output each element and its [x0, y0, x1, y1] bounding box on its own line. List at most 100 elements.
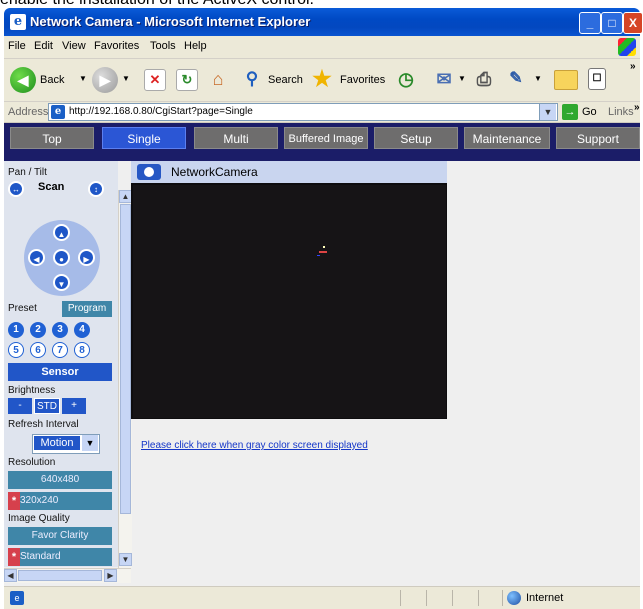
refresh-interval-label: Refresh Interval: [8, 419, 79, 430]
forward-arrow-icon[interactable]: ▶: [92, 67, 118, 93]
scan-label: Scan: [38, 181, 65, 193]
pan-right-button[interactable]: ▶: [78, 249, 95, 266]
preset-1-button[interactable]: 1: [8, 322, 24, 338]
favorites-star-icon[interactable]: ★: [312, 68, 332, 90]
preset-2-button[interactable]: 2: [30, 322, 46, 338]
minimize-button[interactable]: _: [579, 12, 601, 34]
scroll-right-icon[interactable]: ▶: [104, 569, 117, 582]
camera-tab-bar: Top Single Multi Buffered Image Setup Ma…: [4, 123, 640, 153]
mail-dropdown-icon[interactable]: ▼: [458, 74, 466, 83]
history-icon[interactable]: ◷: [396, 69, 416, 89]
camera-live-image[interactable]: [133, 185, 446, 418]
panel-horizontal-scrollbar[interactable]: ◀ ▶: [4, 568, 131, 583]
tab-support[interactable]: Support: [556, 127, 640, 149]
menu-tools[interactable]: Tools: [150, 40, 176, 52]
menu-file[interactable]: File: [8, 40, 26, 52]
preset-3-button[interactable]: 3: [52, 322, 68, 338]
scroll-thumb[interactable]: [120, 204, 131, 514]
tab-maintenance[interactable]: Maintenance: [464, 127, 550, 149]
menu-edit[interactable]: Edit: [34, 40, 53, 52]
back-button[interactable]: Back: [40, 74, 64, 86]
stop-icon[interactable]: ✕: [144, 69, 166, 91]
edit-icon[interactable]: ✎: [506, 69, 526, 89]
ie-logo-icon: e: [10, 14, 26, 30]
program-button[interactable]: Program: [62, 301, 112, 317]
sensor-button[interactable]: Sensor: [8, 363, 112, 381]
internet-zone-icon: [507, 591, 521, 605]
forward-dropdown-icon[interactable]: ▼: [122, 74, 130, 83]
direction-pad: ▲ ◀ ● ▶ ▼: [24, 220, 100, 296]
selected-marker-icon: *: [8, 492, 20, 510]
scroll-left-icon[interactable]: ◀: [4, 569, 17, 582]
camera-light-spot: [319, 251, 327, 253]
tab-bar-strip: [4, 153, 640, 161]
tab-setup[interactable]: Setup: [374, 127, 458, 149]
maximize-button[interactable]: □: [601, 12, 623, 34]
status-divider: [400, 590, 401, 606]
home-position-button[interactable]: ●: [53, 249, 70, 266]
address-dropdown-icon[interactable]: ▼: [539, 104, 556, 120]
address-url[interactable]: http://192.168.0.80/CgiStart?page=Single: [69, 106, 253, 117]
hscroll-thumb[interactable]: [18, 570, 102, 581]
address-input[interactable]: e http://192.168.0.80/CgiStart?page=Sing…: [48, 103, 558, 121]
menu-help[interactable]: Help: [184, 40, 207, 52]
resolution-320-button[interactable]: 320x240: [20, 492, 112, 510]
pan-down-button[interactable]: ▼: [53, 274, 70, 291]
control-panel: Pan / Tilt ↔ Scan ↕ ▲ ◀ ● ▶ ▼ Preset Pro…: [4, 161, 118, 567]
refresh-interval-select[interactable]: Motion ▼: [32, 434, 100, 454]
cropped-caption-text: enable the installation of the ActiveX c…: [0, 0, 643, 8]
links-more-chevron[interactable]: »: [634, 102, 640, 113]
print-icon[interactable]: ⎙: [474, 69, 494, 89]
tab-buffered-image[interactable]: Buffered Image: [284, 127, 368, 149]
menu-bar: File Edit View Favorites Tools Help: [4, 36, 640, 59]
preset-5-button[interactable]: 5: [8, 342, 24, 358]
preset-4-button[interactable]: 4: [74, 322, 90, 338]
preset-8-button[interactable]: 8: [74, 342, 90, 358]
panel-vertical-scrollbar[interactable]: ▲ ▼: [118, 190, 132, 568]
tab-single[interactable]: Single: [102, 127, 186, 149]
security-zone-label: Internet: [526, 592, 564, 604]
status-divider: [502, 590, 503, 606]
gray-screen-help-link[interactable]: Please click here when gray color screen…: [141, 440, 368, 451]
pan-left-button[interactable]: ◀: [28, 249, 45, 266]
links-button[interactable]: Links: [608, 106, 634, 118]
search-icon[interactable]: ⚲: [242, 69, 262, 89]
back-arrow-icon[interactable]: ◀: [10, 67, 36, 93]
mail-icon[interactable]: ✉: [434, 69, 454, 89]
pan-up-button[interactable]: ▲: [53, 224, 70, 241]
go-arrow-icon[interactable]: →: [562, 104, 578, 120]
edit-dropdown-icon[interactable]: ▼: [534, 74, 542, 83]
menu-view[interactable]: View: [62, 40, 86, 52]
quality-standard-button[interactable]: Standard: [20, 548, 112, 566]
folder-icon[interactable]: [554, 70, 578, 90]
pan-left-right-icon[interactable]: ↔: [8, 181, 24, 197]
refresh-dropdown-icon[interactable]: ▼: [82, 435, 98, 451]
brightness-down-button[interactable]: -: [8, 398, 32, 414]
refresh-interval-value: Motion: [34, 436, 80, 450]
selected-marker-icon: *: [8, 548, 20, 566]
scroll-down-icon[interactable]: ▼: [119, 553, 132, 566]
messenger-icon[interactable]: ☐: [588, 68, 606, 90]
refresh-icon[interactable]: ↻: [176, 69, 198, 91]
camera-icon: [137, 164, 161, 180]
favorites-button[interactable]: Favorites: [340, 74, 385, 86]
close-button[interactable]: X: [623, 12, 643, 34]
toolbar-more-chevron[interactable]: »: [630, 61, 636, 72]
back-dropdown-icon[interactable]: ▼: [79, 74, 87, 83]
home-icon[interactable]: ⌂: [208, 69, 228, 89]
quality-clarity-button[interactable]: Favor Clarity: [8, 527, 112, 545]
camera-light-spot: [317, 255, 320, 256]
brightness-standard-button[interactable]: STD: [34, 398, 60, 414]
resolution-640-button[interactable]: 640x480: [8, 471, 112, 489]
tab-top[interactable]: Top: [10, 127, 94, 149]
search-button[interactable]: Search: [268, 74, 303, 86]
tab-multi[interactable]: Multi: [194, 127, 278, 149]
menu-favorites[interactable]: Favorites: [94, 40, 139, 52]
status-divider: [452, 590, 453, 606]
tilt-up-down-icon[interactable]: ↕: [88, 181, 104, 197]
brightness-up-button[interactable]: +: [62, 398, 86, 414]
preset-7-button[interactable]: 7: [52, 342, 68, 358]
go-button[interactable]: Go: [582, 106, 597, 118]
preset-6-button[interactable]: 6: [30, 342, 46, 358]
window-title-bar: e Network Camera - Microsoft Internet Ex…: [4, 8, 643, 36]
